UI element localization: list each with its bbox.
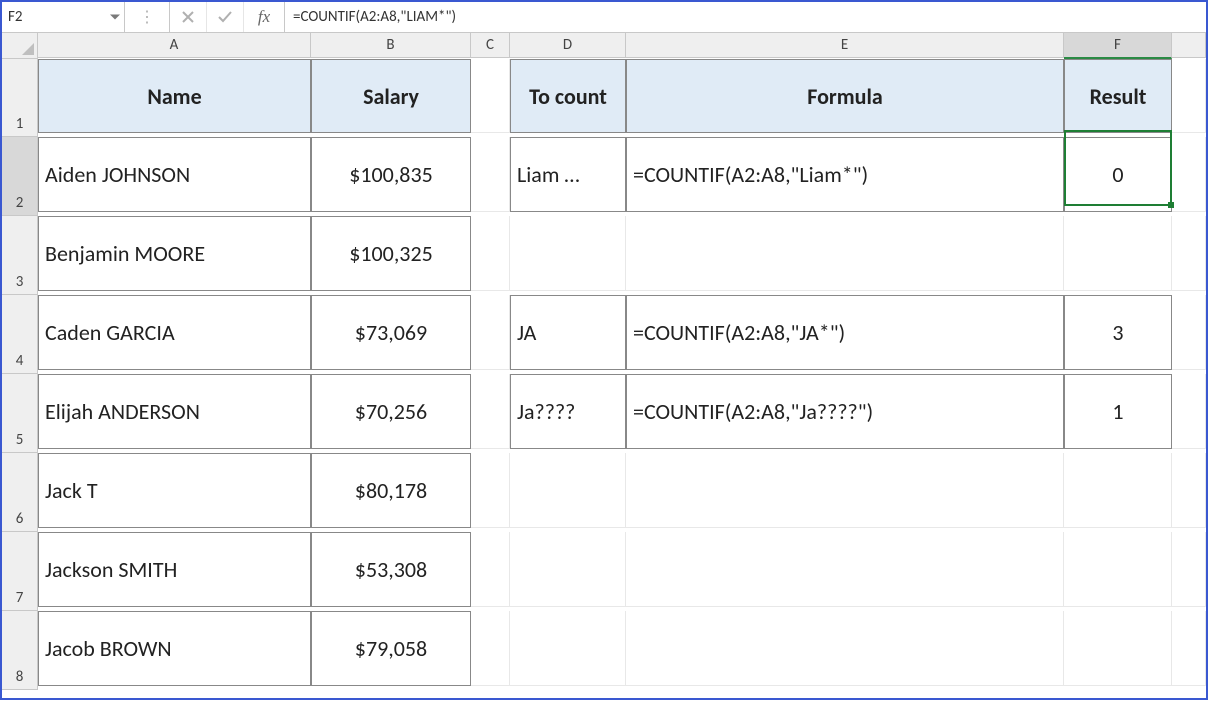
cell-f8[interactable] — [1064, 611, 1172, 686]
cell-b6[interactable]: $80,178 — [311, 453, 471, 528]
cell-a7[interactable]: Jackson SMITH — [38, 532, 311, 607]
cell-b1[interactable]: Salary — [311, 59, 471, 133]
cell-d6[interactable] — [510, 453, 626, 528]
cell-c7[interactable] — [471, 532, 510, 607]
cell-blank-3[interactable] — [1172, 216, 1206, 291]
col-header-f[interactable]: F — [1064, 33, 1172, 59]
col-header-b[interactable]: B — [311, 33, 471, 58]
chevron-down-icon[interactable] — [110, 15, 120, 20]
row-header-4[interactable]: 4 — [2, 295, 38, 374]
row-header-3[interactable]: 3 — [2, 216, 38, 295]
cell-blank-4[interactable] — [1172, 295, 1206, 370]
row-header-8[interactable]: 8 — [2, 611, 38, 690]
cell-blank-2[interactable] — [1172, 137, 1206, 212]
cell-d7[interactable] — [510, 532, 626, 607]
cell-blank-7[interactable] — [1172, 532, 1206, 607]
cell-e5[interactable]: =COUNTIF(A2:A8,"Ja????") — [626, 374, 1064, 449]
cell-a2[interactable]: Aiden JOHNSON — [38, 137, 311, 212]
col-header-a[interactable]: A — [38, 33, 311, 58]
cell-blank-1[interactable] — [1172, 59, 1206, 133]
formula-bar: F2 ⋮ fx =COUNTIF(A2:A8,"LIAM*") — [2, 2, 1206, 33]
cell-f5[interactable]: 1 — [1064, 374, 1172, 449]
cell-f1[interactable]: Result — [1064, 59, 1172, 133]
name-box[interactable]: F2 — [2, 2, 125, 32]
cell-a5[interactable]: Elijah ANDERSON — [38, 374, 311, 449]
cell-c3[interactable] — [471, 216, 510, 291]
col-header-c[interactable]: C — [471, 33, 510, 58]
cell-c2[interactable] — [471, 137, 510, 212]
name-box-value: F2 — [8, 8, 23, 26]
cell-a8[interactable]: Jacob BROWN — [38, 611, 311, 686]
cell-blank-5[interactable] — [1172, 374, 1206, 449]
cell-blank-6[interactable] — [1172, 453, 1206, 528]
cell-f3[interactable] — [1064, 216, 1172, 291]
cell-f4[interactable]: 3 — [1064, 295, 1172, 370]
cell-d1[interactable]: To count — [510, 59, 626, 133]
cell-e8[interactable] — [626, 611, 1064, 686]
col-header-blank[interactable] — [1172, 33, 1206, 58]
cell-b4[interactable]: $73,069 — [311, 295, 471, 370]
row-header-7[interactable]: 7 — [2, 532, 38, 611]
cell-d3[interactable] — [510, 216, 626, 291]
formula-input[interactable]: =COUNTIF(A2:A8,"LIAM*") — [285, 2, 1206, 32]
cell-b5[interactable]: $70,256 — [311, 374, 471, 449]
cell-a1[interactable]: Name — [38, 59, 311, 133]
cell-e1[interactable]: Formula — [626, 59, 1064, 133]
cell-a6[interactable]: Jack T — [38, 453, 311, 528]
select-all-corner[interactable] — [2, 33, 38, 59]
formula-text: =COUNTIF(A2:A8,"LIAM*") — [293, 8, 456, 26]
cell-e4[interactable]: =COUNTIF(A2:A8,"JA*") — [626, 295, 1064, 370]
cell-b8[interactable]: $79,058 — [311, 611, 471, 686]
col-header-e[interactable]: E — [626, 33, 1064, 58]
cell-e2[interactable]: =COUNTIF(A2:A8,"Liam*") — [626, 137, 1064, 212]
check-icon — [217, 10, 233, 24]
formula-bar-splitter[interactable]: ⋮ — [125, 2, 170, 32]
enter-formula-button[interactable] — [207, 2, 244, 32]
cell-b2[interactable]: $100,835 — [311, 137, 471, 212]
cell-c1[interactable] — [471, 59, 510, 133]
cell-f7[interactable] — [1064, 532, 1172, 607]
cell-a3[interactable]: Benjamin MOORE — [38, 216, 311, 291]
cell-b3[interactable]: $100,325 — [311, 216, 471, 291]
col-header-d[interactable]: D — [510, 33, 626, 58]
cell-d2[interactable]: Liam … — [510, 137, 626, 212]
cell-e6[interactable] — [626, 453, 1064, 528]
cell-c4[interactable] — [471, 295, 510, 370]
fx-label[interactable]: fx — [244, 2, 285, 32]
cancel-formula-button[interactable] — [170, 2, 207, 32]
row-header-6[interactable]: 6 — [2, 453, 38, 532]
cell-c6[interactable] — [471, 453, 510, 528]
cell-f2[interactable]: 0 — [1064, 137, 1172, 212]
cell-e3[interactable] — [626, 216, 1064, 291]
cell-c5[interactable] — [471, 374, 510, 449]
spreadsheet-grid[interactable]: A B C D E F 1 Name Salary To count Formu… — [2, 33, 1206, 690]
row-header-5[interactable]: 5 — [2, 374, 38, 453]
cell-f6[interactable] — [1064, 453, 1172, 528]
cell-b7[interactable]: $53,308 — [311, 532, 471, 607]
row-header-2[interactable]: 2 — [2, 137, 38, 216]
cell-d8[interactable] — [510, 611, 626, 686]
cell-e7[interactable] — [626, 532, 1064, 607]
row-header-1[interactable]: 1 — [2, 59, 38, 137]
cell-d4[interactable]: JA — [510, 295, 626, 370]
cell-blank-8[interactable] — [1172, 611, 1206, 686]
cell-c8[interactable] — [471, 611, 510, 686]
cell-d5[interactable]: Ja???? — [510, 374, 626, 449]
x-icon — [181, 10, 195, 24]
cell-a4[interactable]: Caden GARCIA — [38, 295, 311, 370]
